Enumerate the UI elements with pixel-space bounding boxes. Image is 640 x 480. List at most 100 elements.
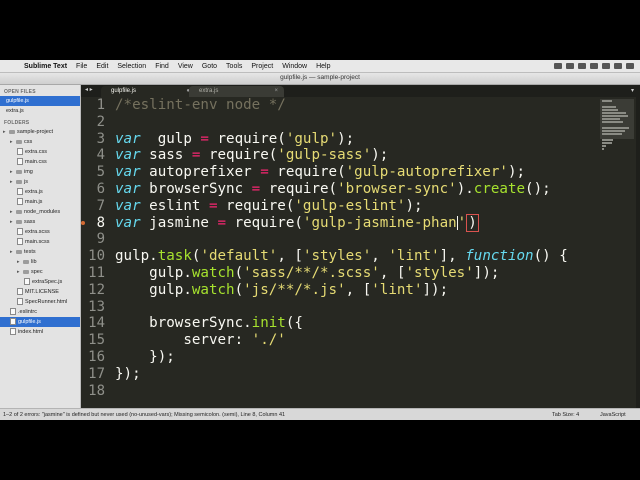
code-editor[interactable]: 1 2 3 4 5 6 7 8 9 10 11 12 13 14 15 16 17 18 /*eslint-env… bbox=[81, 97, 640, 408]
menu-app-name[interactable]: Sublime Text bbox=[24, 63, 67, 70]
tree-file[interactable]: extraSpec.js bbox=[0, 277, 80, 287]
line-number-text: 11 bbox=[88, 264, 105, 281]
tree-item-label: spec bbox=[31, 269, 43, 275]
tray-icon[interactable] bbox=[590, 63, 598, 69]
line-number: 18 bbox=[81, 383, 107, 400]
tree-file[interactable]: main.js bbox=[0, 197, 80, 207]
menu-tools[interactable]: Tools bbox=[226, 63, 242, 70]
tree-folder[interactable]: ▸ tests bbox=[0, 247, 80, 257]
minimap-line bbox=[602, 133, 622, 135]
tab-label: gulpfile.js bbox=[111, 88, 137, 94]
menu-edit[interactable]: Edit bbox=[96, 63, 108, 70]
tree-file[interactable]: SpecRunner.html bbox=[0, 297, 80, 307]
code-line[interactable]: gulp.watch('sass/**/*.scss', ['styles'])… bbox=[115, 265, 592, 282]
code-token: , [ bbox=[277, 248, 303, 265]
tray-icon[interactable] bbox=[566, 63, 574, 69]
tree-file[interactable]: extra.css bbox=[0, 147, 80, 157]
tree-file[interactable]: gulpfile.js bbox=[0, 317, 80, 327]
tree-file[interactable]: extra.js bbox=[0, 187, 80, 197]
tree-folder[interactable]: ▸ lib bbox=[0, 257, 80, 267]
code-token: ]); bbox=[422, 281, 449, 298]
menu-view[interactable]: View bbox=[178, 63, 193, 70]
menu-find[interactable]: Find bbox=[155, 63, 169, 70]
tree-folder[interactable]: ▸ js bbox=[0, 177, 80, 187]
code-line[interactable]: gulp.task('default', ['styles', 'lint'],… bbox=[115, 248, 592, 265]
line-number: 11 bbox=[81, 265, 107, 282]
code-token: var bbox=[115, 147, 141, 164]
lint-error-marker-icon[interactable] bbox=[81, 220, 85, 225]
syntax-selector[interactable]: JavaScript bbox=[600, 412, 626, 418]
line-number-text: 14 bbox=[88, 315, 105, 332]
code-token: jasmine bbox=[140, 214, 218, 231]
menu-file[interactable]: File bbox=[76, 63, 87, 70]
menu-selection[interactable]: Selection bbox=[117, 63, 146, 70]
code-line[interactable]: gulp.watch('js/**/*.js', ['lint']); bbox=[115, 282, 592, 299]
tree-file[interactable]: MIT.LICENSE bbox=[0, 287, 80, 297]
tray-icon[interactable] bbox=[578, 63, 586, 69]
tray-icon[interactable] bbox=[554, 63, 562, 69]
tree-folder[interactable]: ▸ spec bbox=[0, 267, 80, 277]
code-token: 'lint' bbox=[371, 281, 423, 298]
tree-folder[interactable]: ▸ css bbox=[0, 137, 80, 147]
code-line[interactable]: browserSync.init({ bbox=[115, 315, 592, 332]
tree-folder[interactable]: ▸ node_modules bbox=[0, 207, 80, 217]
code-area[interactable]: /*eslint-env node */ var gulp = require('… bbox=[115, 97, 592, 408]
minimap-line bbox=[602, 106, 616, 108]
tree-file[interactable]: main.css bbox=[0, 157, 80, 167]
scrollbar[interactable] bbox=[636, 97, 640, 408]
close-icon[interactable]: × bbox=[274, 86, 278, 97]
menu-bar: Sublime Text File Edit Selection Find Vi… bbox=[0, 60, 640, 73]
menu-help[interactable]: Help bbox=[316, 63, 330, 70]
code-line[interactable]: }); bbox=[115, 349, 592, 366]
minimap[interactable] bbox=[600, 99, 634, 150]
code-line[interactable]: var sass = require('gulp-sass'); bbox=[115, 147, 592, 164]
tab-gulpfile[interactable]: gulpfile.js ● bbox=[101, 86, 196, 97]
chevron-left-icon[interactable]: ◂ ▸ bbox=[85, 86, 93, 93]
tree-file[interactable]: extra.scss bbox=[0, 227, 80, 237]
code-line[interactable]: var autoprefixer = require('gulp-autopre… bbox=[115, 164, 592, 181]
code-line[interactable]: /*eslint-env node */ bbox=[115, 97, 592, 114]
code-line[interactable] bbox=[115, 299, 592, 316]
menu-goto[interactable]: Goto bbox=[202, 63, 217, 70]
tree-file[interactable]: main.scss bbox=[0, 237, 80, 247]
minimap-line bbox=[602, 130, 625, 132]
tray-icon[interactable] bbox=[614, 63, 622, 69]
code-line[interactable]: }); bbox=[115, 366, 592, 383]
tree-folder[interactable]: ▸ sass bbox=[0, 217, 80, 227]
open-file-item[interactable]: gulpfile.js bbox=[0, 96, 80, 106]
code-token: 'lint' bbox=[388, 248, 440, 265]
code-line[interactable]: var eslint = require('gulp-eslint'); bbox=[115, 198, 592, 215]
tab-extra[interactable]: extra.js × bbox=[189, 86, 284, 97]
code-token: 'js/**/*.js' bbox=[243, 281, 346, 298]
code-line[interactable]: var jasmine = require('gulp-jasmine-phan… bbox=[115, 213, 592, 232]
code-line[interactable] bbox=[115, 231, 592, 248]
line-number-text: 1 bbox=[96, 97, 105, 113]
tree-item-label: main.js bbox=[25, 199, 43, 205]
code-token: ( bbox=[234, 281, 244, 298]
code-token: eslint bbox=[140, 197, 209, 214]
folder-icon bbox=[16, 169, 22, 174]
tray-icon[interactable] bbox=[602, 63, 610, 69]
tree-file[interactable]: index.html bbox=[0, 327, 80, 337]
folder-icon bbox=[16, 139, 22, 144]
menu-window[interactable]: Window bbox=[282, 63, 307, 70]
tree-file[interactable]: .eslintrc bbox=[0, 307, 80, 317]
code-token: 'gulp-eslint' bbox=[294, 197, 406, 214]
menu-project[interactable]: Project bbox=[251, 63, 273, 70]
dropdown-icon[interactable]: ▾ bbox=[631, 87, 634, 94]
code-line[interactable] bbox=[115, 114, 592, 131]
tree-folder[interactable]: ▸ img bbox=[0, 167, 80, 177]
code-token: 'sass/**/*.scss' bbox=[243, 264, 380, 281]
folder-icon bbox=[9, 129, 15, 134]
tray-icon[interactable] bbox=[626, 63, 634, 69]
code-line[interactable]: server: './' bbox=[115, 332, 592, 349]
code-line[interactable] bbox=[115, 383, 592, 400]
code-token: ( bbox=[234, 264, 244, 281]
code-line[interactable]: var browserSync = require('browser-sync'… bbox=[115, 181, 592, 198]
code-line[interactable]: var gulp = require('gulp'); bbox=[115, 131, 592, 148]
minimap-line bbox=[602, 100, 612, 102]
tree-folder[interactable]: ▸ sample-project bbox=[0, 127, 80, 137]
title-bar: gulpfile.js — sample-project bbox=[0, 73, 640, 85]
open-file-item[interactable]: extra.js bbox=[0, 106, 80, 116]
tab-size-selector[interactable]: Tab Size: 4 bbox=[552, 412, 579, 418]
